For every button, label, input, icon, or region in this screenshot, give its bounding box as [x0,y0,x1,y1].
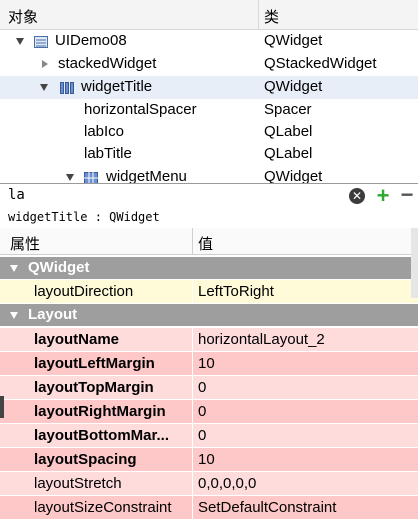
property-value[interactable]: SetDefaultConstraint [198,499,336,516]
property-name: layoutTopMargin [34,379,154,396]
header-divider [258,0,259,29]
tree-item-class: QLabel [264,145,313,162]
tree-item-name: widgetMenu [106,168,187,183]
property-value[interactable]: 10 [198,451,215,468]
tree-item-name: horizontalSpacer [84,101,197,118]
property-row-layoutTopMargin[interactable]: layoutTopMargin 0 [0,376,418,400]
tree-row[interactable]: UIDemo08 QWidget [0,30,418,53]
group-label: QWidget [28,259,90,276]
expand-arrow-icon[interactable] [40,84,48,91]
add-property-button[interactable]: + [373,185,393,207]
tree-header-class[interactable]: 类 [264,6,279,27]
property-value[interactable]: 0 [198,379,206,396]
property-filter-bar: ✕ + − [0,183,418,209]
tree-row[interactable]: horizontalSpacer Spacer [0,99,418,122]
object-context-label: widgetTitle : QWidget [0,208,418,228]
property-value[interactable]: 0,0,0,0,0 [198,475,256,492]
property-column-header[interactable]: 属性 [10,233,40,254]
property-row-layoutLeftMargin[interactable]: layoutLeftMargin 10 [0,352,418,376]
header-divider [192,228,193,254]
tree-item-class: QLabel [264,123,313,140]
tree-row[interactable]: stackedWidget QStackedWidget [0,53,418,76]
column-divider [192,400,193,423]
tree-item-class: Spacer [264,101,312,118]
remove-property-button[interactable]: − [397,184,417,207]
column-divider [192,280,193,303]
property-value[interactable]: horizontalLayout_2 [198,331,325,348]
expand-arrow-icon[interactable] [16,38,24,45]
tree-header: 对象 类 [0,0,418,30]
column-divider [192,472,193,495]
filter-input[interactable] [4,186,352,204]
property-row-layoutName[interactable]: layoutName horizontalLayout_2 [0,328,418,352]
tree-item-name: widgetTitle [81,78,153,95]
vertical-scrollbar[interactable] [411,228,418,298]
splitter-handle[interactable] [0,396,4,418]
property-header: 属性 值 [0,228,418,255]
tree-item-class: QWidget [264,32,323,49]
horizontal-layout-icon [60,81,74,94]
value-column-header[interactable]: 值 [198,233,213,254]
expand-arrow-icon[interactable] [10,312,18,319]
property-name: layoutStretch [34,475,122,492]
tree-item-name: stackedWidget [58,55,157,72]
property-row-layoutSpacing[interactable]: layoutSpacing 10 [0,448,418,472]
column-divider [192,424,193,447]
property-value[interactable]: 10 [198,355,215,372]
expand-arrow-icon[interactable] [66,174,74,181]
object-tree[interactable]: 对象 类 UIDemo08 QWidget stackedWidget QSta… [0,0,418,183]
property-row-layoutStretch[interactable]: layoutStretch 0,0,0,0,0 [0,472,418,496]
column-divider [192,328,193,351]
tree-item-name: UIDemo08 [55,32,127,49]
property-row-layoutSizeConstraint[interactable]: layoutSizeConstraint SetDefaultConstrain… [0,496,418,520]
property-name: layoutRightMargin [34,403,166,420]
clear-filter-icon[interactable]: ✕ [349,188,365,204]
property-value[interactable]: 0 [198,403,206,420]
property-value[interactable]: 0 [198,427,206,444]
form-icon [34,35,48,48]
group-qwidget[interactable]: QWidget [0,257,418,279]
tree-header-object[interactable]: 对象 [8,6,38,27]
property-name: layoutBottomMar... [34,427,170,444]
property-name: layoutDirection [34,283,134,300]
tree-row[interactable]: widgetTitle QWidget [0,76,418,99]
group-layout[interactable]: Layout [0,304,418,326]
column-divider [192,496,193,519]
collapsed-arrow-icon[interactable] [42,60,48,68]
property-row-layoutBottomMargin[interactable]: layoutBottomMar... 0 [0,424,418,448]
property-name: layoutName [34,331,120,348]
property-value[interactable]: LeftToRight [198,283,274,300]
grid-layout-icon [84,171,98,183]
property-name: layoutLeftMargin [34,355,155,372]
column-divider [192,352,193,375]
column-divider [192,376,193,399]
tree-item-class: QWidget [264,168,323,183]
tree-item-name: labTitle [84,145,132,162]
group-label: Layout [28,306,78,323]
property-row-layoutRightMargin[interactable]: layoutRightMargin 0 [0,400,418,424]
tree-item-class: QStackedWidget [264,55,377,72]
property-name: layoutSizeConstraint [34,499,172,516]
column-divider [192,448,193,471]
tree-row[interactable]: labIco QLabel [0,121,418,144]
tree-row[interactable]: widgetMenu QWidget [0,166,418,183]
tree-item-class: QWidget [264,78,323,95]
expand-arrow-icon[interactable] [10,265,18,272]
property-name: layoutSpacing [34,451,137,468]
property-row-layoutDirection[interactable]: layoutDirection LeftToRight [0,280,418,304]
tree-item-name: labIco [84,123,125,140]
tree-row[interactable]: labTitle QLabel [0,143,418,166]
